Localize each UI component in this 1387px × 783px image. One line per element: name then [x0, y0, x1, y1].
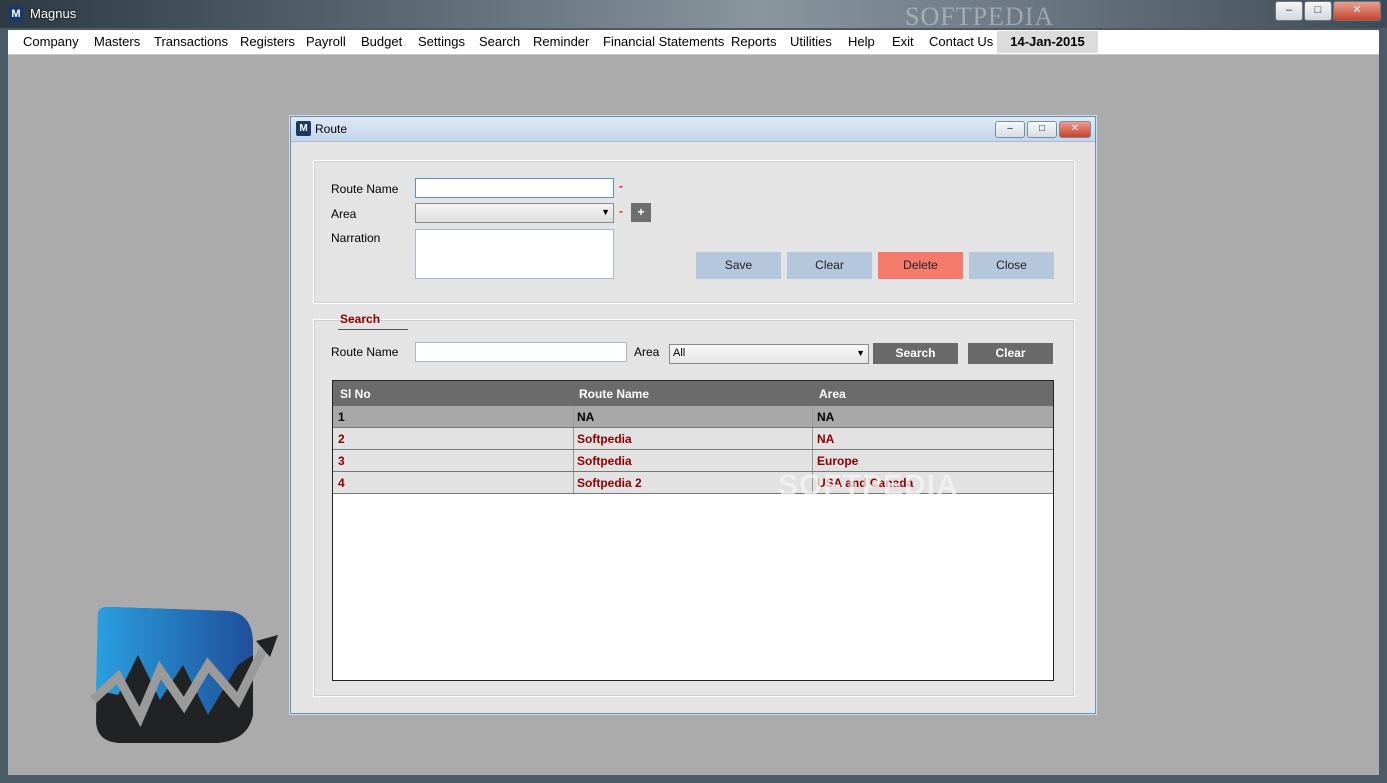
delete-button[interactable]: Delete	[878, 252, 963, 279]
area-select[interactable]: ▼	[415, 203, 614, 223]
search-button[interactable]: Search	[873, 343, 958, 364]
search-clear-button[interactable]: Clear	[968, 343, 1053, 364]
app-title: Magnus	[30, 6, 77, 21]
save-button[interactable]: Save	[696, 252, 781, 279]
menu-budget[interactable]: Budget	[361, 34, 402, 49]
maximize-button[interactable]: □	[1304, 1, 1332, 21]
menu-search[interactable]: Search	[479, 34, 520, 49]
current-date: 14-Jan-2015	[997, 31, 1098, 53]
cell-sl-no: 3	[338, 454, 345, 468]
cell-route-name: Softpedia	[577, 454, 632, 468]
cell-sl-no: 1	[338, 410, 345, 424]
column-header-sl-no[interactable]: Sl No	[340, 387, 371, 401]
grid-header: Sl No Route Name Area	[333, 381, 1053, 406]
menu-help[interactable]: Help	[848, 34, 875, 49]
column-header-route-name[interactable]: Route Name	[579, 387, 649, 401]
menu-masters[interactable]: Masters	[94, 34, 140, 49]
menu-company[interactable]: Company	[23, 34, 79, 49]
dialog-minimize-button[interactable]: –	[995, 121, 1025, 138]
chevron-down-icon: ▼	[601, 207, 610, 217]
menu-exit[interactable]: Exit	[892, 34, 914, 49]
menu-bar: Company Masters Transactions Registers P…	[8, 30, 1379, 55]
search-area-value: All	[673, 347, 686, 359]
route-name-label: Route Name	[331, 182, 399, 196]
menu-settings[interactable]: Settings	[418, 34, 465, 49]
dialog-titlebar: M Route – □ ✕	[291, 117, 1095, 142]
cell-sl-no: 2	[338, 432, 345, 446]
menu-transactions[interactable]: Transactions	[154, 34, 228, 49]
search-route-name-label: Route Name	[331, 345, 399, 359]
menu-financial-statements[interactable]: Financial Statements	[603, 34, 724, 49]
narration-textarea[interactable]	[415, 229, 614, 279]
menu-reports[interactable]: Reports	[731, 34, 777, 49]
app-titlebar: M Magnus SOFTPEDIA – □ ✕	[0, 0, 1387, 31]
clear-button[interactable]: Clear	[787, 252, 872, 279]
legend-underline	[338, 329, 408, 330]
cell-route-name: Softpedia	[577, 432, 632, 446]
cell-area: Europe	[817, 454, 859, 468]
area-label: Area	[331, 207, 357, 221]
search-area-select[interactable]: All ▼	[669, 344, 869, 364]
routes-grid: Sl No Route Name Area 1 NA NA 2 Softpedi…	[332, 380, 1054, 681]
close-dialog-button[interactable]: Close	[969, 252, 1054, 279]
dialog-maximize-button[interactable]: □	[1027, 121, 1057, 138]
dialog-title: Route	[315, 122, 348, 136]
close-button[interactable]: ✕	[1333, 1, 1381, 21]
cell-area: NA	[817, 432, 835, 446]
search-area-label: Area	[634, 345, 660, 359]
column-header-area[interactable]: Area	[819, 387, 846, 401]
cell-route-name: Softpedia 2	[577, 476, 642, 490]
window-controls: – □ ✕	[1274, 1, 1381, 21]
search-route-name-input[interactable]	[415, 342, 627, 362]
app-logo-icon: M	[8, 6, 24, 22]
cell-sl-no: 4	[338, 476, 345, 490]
watermark: SOFTPEDIA	[905, 2, 1055, 31]
narration-label: Narration	[331, 231, 381, 245]
menu-registers[interactable]: Registers	[240, 34, 295, 49]
window-bottom-frame	[0, 775, 1387, 783]
dialog-close-button[interactable]: ✕	[1059, 121, 1091, 138]
add-area-button[interactable]: +	[631, 203, 651, 222]
route-dialog: M Route – □ ✕ Route Name - Area ▼ - + Na…	[290, 116, 1096, 714]
required-marker: -	[619, 204, 623, 218]
menu-reminder[interactable]: Reminder	[533, 34, 589, 49]
menu-utilities[interactable]: Utilities	[790, 34, 832, 49]
chevron-down-icon: ▼	[856, 348, 865, 358]
cell-route-name: NA	[577, 410, 595, 424]
menu-contact-us[interactable]: Contact Us	[929, 34, 993, 49]
cell-area: NA	[817, 410, 835, 424]
required-marker: -	[619, 179, 623, 193]
magnus-logo-icon	[89, 607, 278, 743]
dialog-app-icon: M	[296, 121, 311, 136]
table-row[interactable]: 1 NA NA	[333, 406, 1053, 428]
search-legend: Search	[340, 312, 381, 326]
minimize-button[interactable]: –	[1275, 1, 1303, 21]
menu-payroll[interactable]: Payroll	[306, 34, 346, 49]
route-name-input[interactable]	[415, 178, 614, 198]
grid-watermark: SOFTPEDIA	[778, 469, 959, 502]
table-row[interactable]: 2 Softpedia NA	[333, 428, 1053, 450]
